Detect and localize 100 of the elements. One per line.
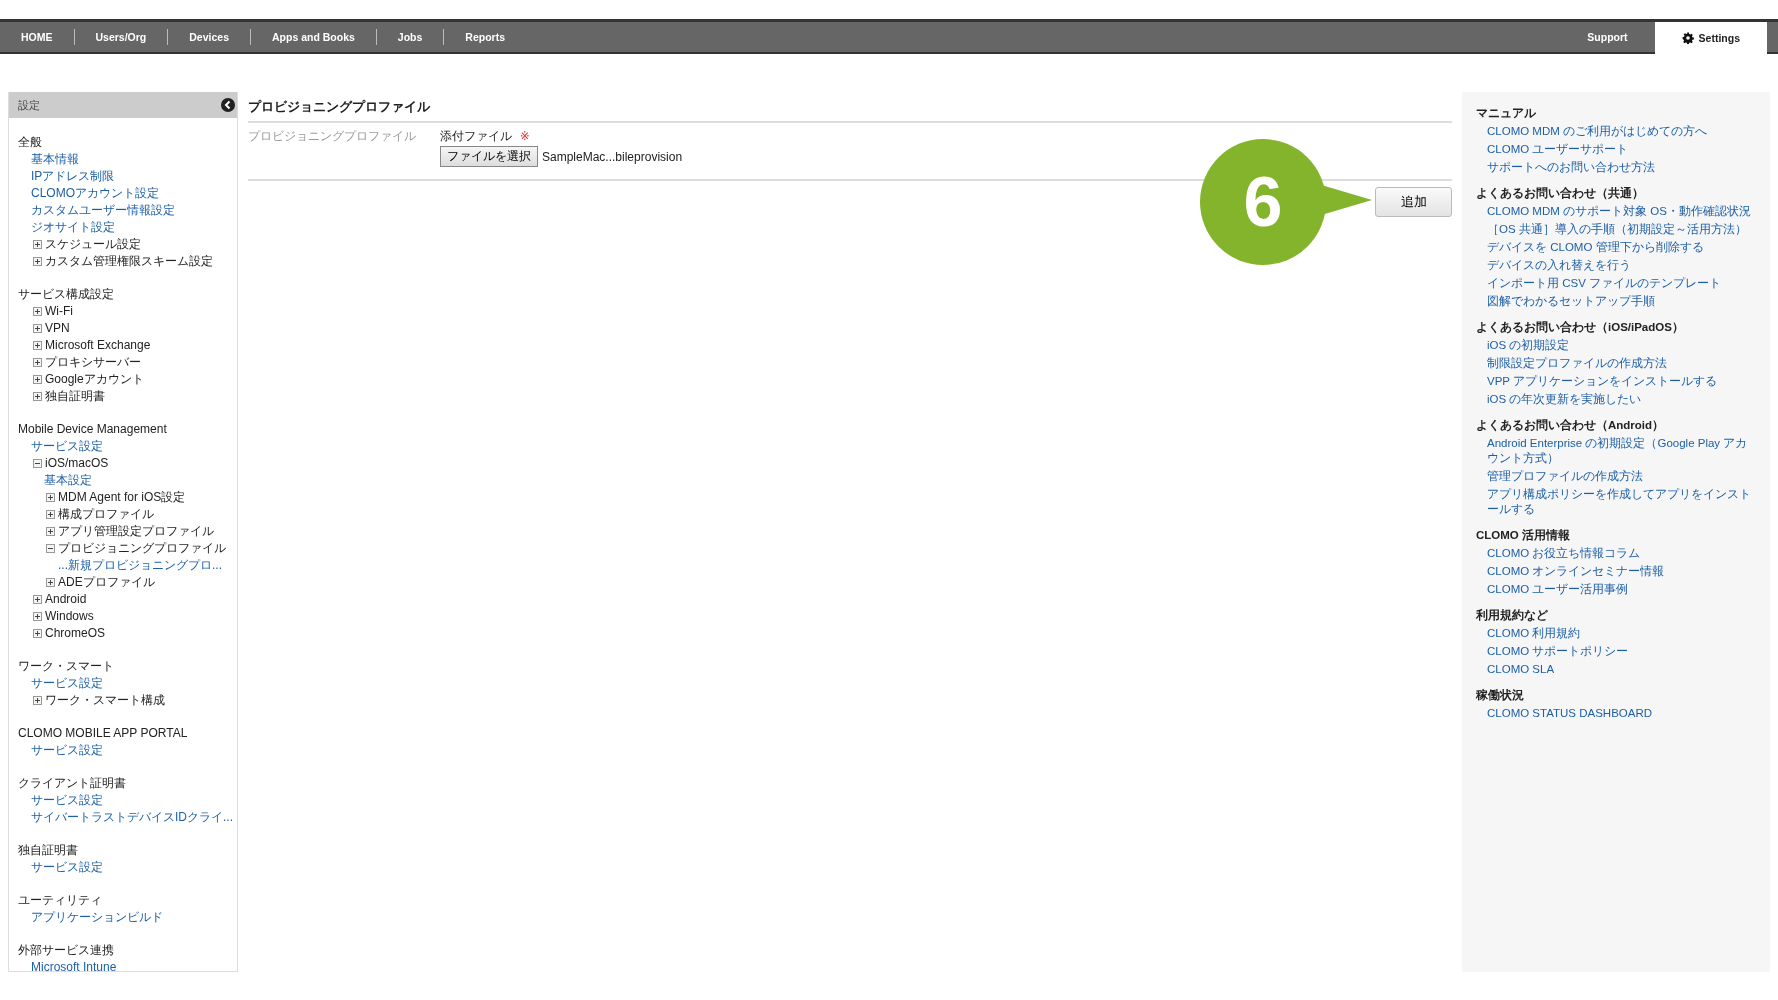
add-button[interactable]: 追加 — [1375, 187, 1452, 217]
section-title: 外部サービス連携 — [18, 942, 115, 959]
tree-toggle-icon[interactable] — [33, 392, 42, 401]
help-link[interactable]: Android Enterprise の初期設定（Google Play アカウント方式） — [1476, 436, 1756, 466]
sidebar-item[interactable]: サービス設定 — [31, 792, 103, 809]
sidebar-item[interactable]: ワーク・スマート構成 — [45, 692, 165, 709]
sidebar-item[interactable]: 構成プロファイル — [58, 506, 154, 523]
sidebar-item[interactable]: Microsoft Intune — [31, 959, 117, 976]
page-title: プロビジョニングプロファイル — [248, 98, 1452, 123]
sidebar-item[interactable]: サービス設定 — [31, 675, 103, 692]
sidebar-item[interactable]: Microsoft Exchange — [45, 337, 151, 354]
help-link[interactable]: 図解でわかるセットアップ手順 — [1476, 294, 1756, 309]
tree-toggle-icon[interactable] — [46, 578, 55, 587]
nav-tab[interactable]: Support — [1560, 22, 1655, 52]
choose-file-button[interactable]: ファイルを選択 — [440, 146, 538, 167]
sidebar-item[interactable]: アプリケーションビルド — [31, 909, 163, 926]
sidebar-item[interactable]: サービス設定 — [31, 859, 103, 876]
section-title: Mobile Device Management — [18, 421, 168, 438]
help-heading: 利用規約など — [1476, 608, 1549, 624]
sidebar-item[interactable]: サービス設定 — [31, 438, 103, 455]
sidebar-item[interactable]: サイバートラストデバイスIDクライ... — [31, 809, 233, 826]
section-title: サービス構成設定 — [18, 286, 115, 303]
help-link[interactable]: VPP アプリケーションをインストールする — [1476, 374, 1756, 389]
field-label: 添付ファイル — [440, 129, 512, 144]
nav-tab[interactable]: HOME — [0, 22, 74, 52]
sidebar-item[interactable]: 基本設定 — [44, 472, 92, 489]
section-title: CLOMO MOBILE APP PORTAL — [18, 725, 189, 742]
tree-toggle-icon[interactable] — [33, 324, 42, 333]
sidebar-item[interactable]: プロビジョニングプロファイル — [58, 540, 226, 557]
sidebar-item[interactable]: Android — [45, 591, 87, 608]
nav-tab[interactable]: Users/Org — [74, 22, 168, 52]
help-link[interactable]: デバイスの入れ替えを行う — [1476, 258, 1756, 273]
tree-toggle-icon[interactable] — [33, 629, 42, 638]
sidebar-item[interactable]: CLOMOアカウント設定 — [31, 185, 159, 202]
sidebar-item[interactable]: カスタム管理権限スキーム設定 — [45, 253, 213, 270]
tree-toggle-icon[interactable] — [33, 696, 42, 705]
sidebar-item[interactable]: MDM Agent for iOS設定 — [58, 489, 186, 506]
help-link[interactable]: CLOMO ユーザー活用事例 — [1476, 582, 1756, 597]
tree-toggle-icon[interactable] — [46, 493, 55, 502]
help-link[interactable]: CLOMO SLA — [1476, 662, 1756, 677]
help-heading: よくあるお問い合わせ（共通） — [1476, 186, 1645, 202]
help-link[interactable]: CLOMO ユーザーサポート — [1476, 142, 1756, 157]
section-title: ユーティリティ — [18, 892, 103, 909]
sidebar-item[interactable]: 基本情報 — [31, 151, 79, 168]
help-link[interactable]: サポートへのお問い合わせ方法 — [1476, 160, 1756, 175]
help-link[interactable]: CLOMO STATUS DASHBOARD — [1476, 706, 1756, 721]
sidebar-item[interactable]: スケジュール設定 — [45, 236, 141, 253]
help-link[interactable]: CLOMO MDM のサポート対象 OS・動作確認状況 — [1476, 204, 1756, 219]
tree-toggle-icon[interactable] — [33, 375, 42, 384]
nav-tab[interactable]: Devices — [168, 22, 250, 52]
sidebar-item[interactable]: iOS/macOS — [45, 455, 109, 472]
sidebar-item[interactable]: ジオサイト設定 — [31, 219, 115, 236]
sidebar-item[interactable]: ChromeOS — [45, 625, 106, 642]
file-name: SampleMac...bileprovision — [542, 149, 683, 164]
sidebar-item[interactable]: Windows — [45, 608, 94, 625]
sidebar-item[interactable]: IPアドレス制限 — [31, 168, 115, 185]
nav-tab[interactable]: Jobs — [376, 22, 444, 52]
help-link[interactable]: デバイスを CLOMO 管理下から削除する — [1476, 240, 1756, 255]
help-link[interactable]: 制限設定プロファイルの作成方法 — [1476, 356, 1756, 371]
tree-toggle-icon[interactable] — [33, 595, 42, 604]
tree-toggle-icon[interactable] — [46, 544, 55, 553]
help-heading: マニュアル — [1476, 106, 1537, 121]
sidebar-item[interactable]: VPN — [45, 320, 70, 337]
help-link[interactable]: 管理プロファイルの作成方法 — [1476, 469, 1756, 484]
help-link[interactable]: iOS の初期設定 — [1476, 338, 1756, 353]
sidebar-item[interactable]: ...新規プロビジョニングプロ... — [58, 557, 222, 574]
tree-toggle-icon[interactable] — [33, 240, 42, 249]
section-title: 全般 — [18, 134, 43, 151]
tree-toggle-icon[interactable] — [33, 341, 42, 350]
sidebar-item[interactable]: Wi-Fi — [45, 303, 73, 320]
sidebar-item[interactable]: ADEプロファイル — [58, 574, 155, 591]
section-title: ワーク・スマート — [18, 658, 115, 675]
nav-tab[interactable]: Apps and Books — [251, 22, 376, 52]
nav-tab[interactable]: Settings — [1654, 22, 1767, 54]
step-callout: 6 — [1200, 139, 1372, 265]
help-link[interactable]: ［OS 共通］導入の手順（初期設定～活用方法） — [1476, 222, 1756, 237]
tree-toggle-icon[interactable] — [46, 527, 55, 536]
tree-toggle-icon[interactable] — [46, 510, 55, 519]
tree-toggle-icon[interactable] — [33, 459, 42, 468]
sidebar-item[interactable]: サービス設定 — [31, 742, 103, 759]
nav-tab[interactable]: Reports — [444, 22, 527, 52]
help-link[interactable]: CLOMO 利用規約 — [1476, 626, 1756, 641]
sidebar-item[interactable]: アプリ管理設定プロファイル — [58, 523, 214, 540]
tree-toggle-icon[interactable] — [33, 307, 42, 316]
tree-toggle-icon[interactable] — [33, 612, 42, 621]
sidebar-item[interactable]: 独自証明書 — [45, 388, 105, 405]
help-link[interactable]: CLOMO サポートポリシー — [1476, 644, 1756, 659]
sidebar-item[interactable]: カスタムユーザー情報設定 — [31, 202, 175, 219]
help-link[interactable]: アプリ構成ポリシーを作成してアプリをインストールする — [1476, 487, 1756, 517]
help-link[interactable]: iOS の年次更新を実施したい — [1476, 392, 1756, 407]
help-link[interactable]: インポート用 CSV ファイルのテンプレート — [1476, 276, 1756, 291]
sidebar-item[interactable]: プロキシサーバー — [45, 354, 141, 371]
help-link[interactable]: CLOMO お役立ち情報コラム — [1476, 546, 1756, 561]
collapse-icon[interactable] — [221, 98, 235, 112]
required-mark: ※ — [520, 129, 530, 144]
sidebar-item[interactable]: Googleアカウント — [45, 371, 144, 388]
tree-toggle-icon[interactable] — [33, 257, 42, 266]
help-link[interactable]: CLOMO MDM のご利用がはじめての方へ — [1476, 124, 1756, 139]
help-link[interactable]: CLOMO オンラインセミナー情報 — [1476, 564, 1756, 579]
tree-toggle-icon[interactable] — [33, 358, 42, 367]
